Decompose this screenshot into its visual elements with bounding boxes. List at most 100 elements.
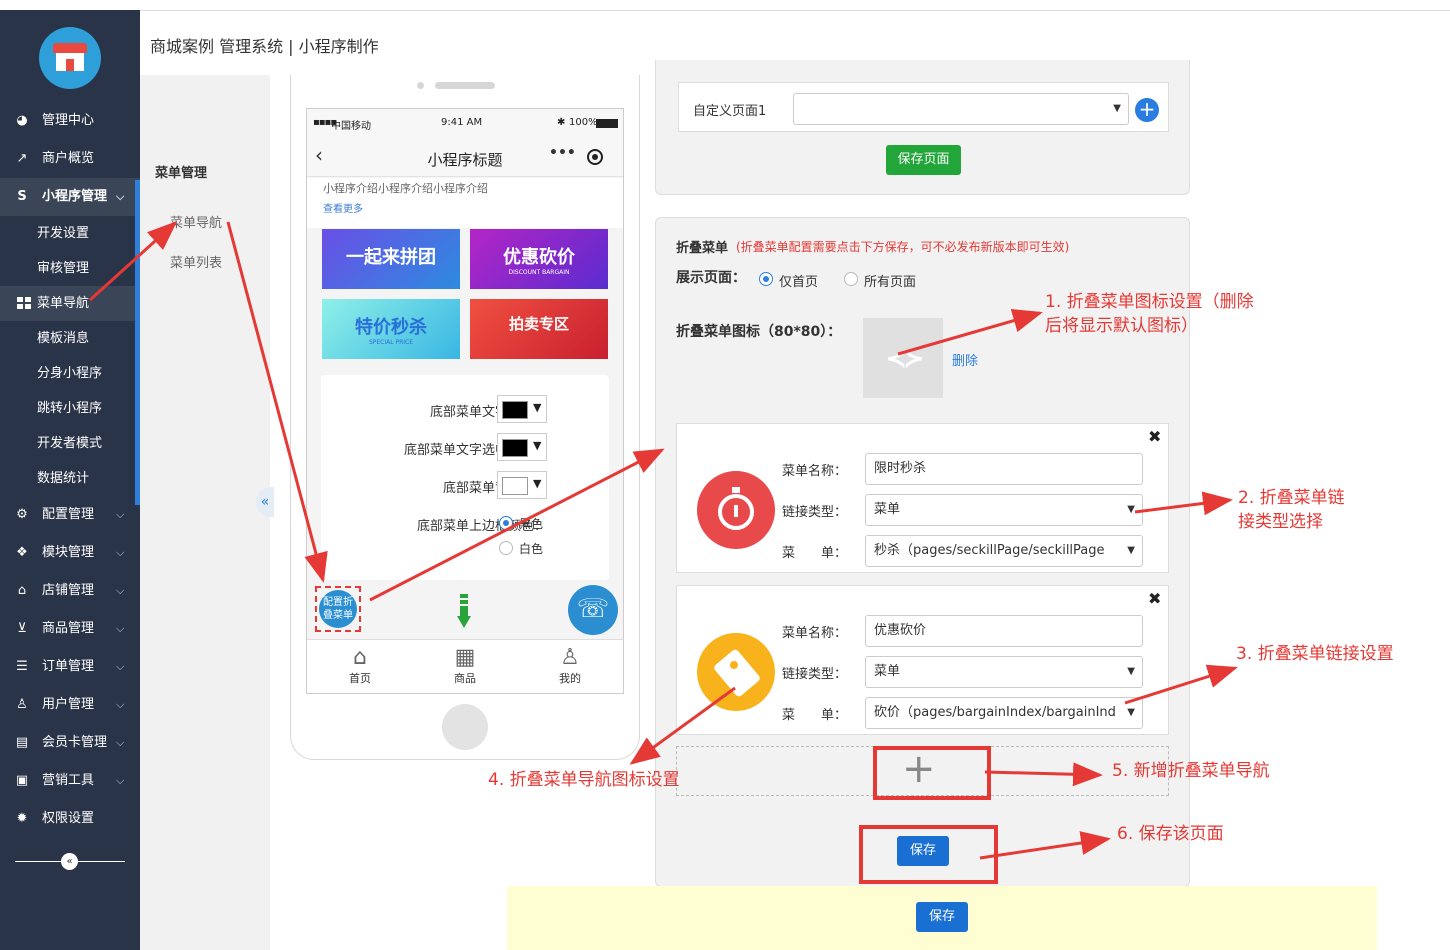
menu-name-label: 菜单名称： <box>782 464 848 479</box>
chevron-down-icon: ⌵ <box>116 698 125 711</box>
sidebar-item-goods[interactable]: ⊻ 商品管理 ⌵ <box>0 610 140 648</box>
fold-menu-title: 折叠菜单 <box>676 241 729 256</box>
fold-menu-item: ✖ 菜单名称： 限时秒杀 链接类型： 菜单 ▼ 菜 单： 秒杀（pages/sec… <box>676 423 1169 573</box>
display-page-label: 展示页面： <box>676 270 746 286</box>
sidebar-item-merchant-overview[interactable]: ↗ 商户概览 <box>0 140 140 178</box>
gears-icon: ⚙ <box>16 507 28 522</box>
sidebar-subitem-menu-nav[interactable]: 菜单导航 <box>0 286 140 321</box>
sidebar-collapse-toggle[interactable]: « <box>61 853 78 870</box>
sidebar-item-member-card[interactable]: ▤ 会员卡管理 ⌵ <box>0 724 140 762</box>
phone-home-button <box>442 704 488 750</box>
close-circle-icon[interactable] <box>587 149 603 165</box>
annotation-2-cont: 接类型选择 <box>1238 512 1323 532</box>
caret-down-icon: ▼ <box>1127 666 1135 677</box>
chevron-down-icon: ⌵ <box>116 774 125 787</box>
home-icon: ⌂ <box>353 645 367 670</box>
border-black-radio[interactable] <box>499 516 513 530</box>
chevron-down-icon: ⌵ <box>116 546 125 559</box>
grid-icon: ▦ <box>454 645 476 670</box>
link-type-select[interactable]: 菜单 ▼ <box>865 656 1143 688</box>
display-home-only-radio[interactable] <box>759 272 773 286</box>
chevron-down-icon: ⌵ <box>116 508 125 521</box>
cog-icon: ✹ <box>16 811 28 826</box>
banner-auction[interactable]: 拍卖专区 <box>470 299 608 359</box>
fold-menu-button[interactable]: 配置折叠菜单 <box>319 590 357 628</box>
display-all-pages-radio[interactable] <box>844 272 858 286</box>
caret-down-icon: ▼ <box>1127 504 1135 515</box>
menu-name-input[interactable]: 限时秒杀 <box>865 453 1143 485</box>
link-type-label: 链接类型： <box>782 505 848 520</box>
banner-group-buy[interactable]: 一起来拼团 <box>322 229 460 289</box>
banner-flash-sale[interactable]: 特价秒杀 SPECIAL PRICE <box>322 299 460 359</box>
remove-item-icon[interactable]: ✖ <box>1148 427 1161 446</box>
custom-page-select[interactable]: ▼ <box>793 93 1129 125</box>
tab-goods[interactable]: ▦ 商品 <box>415 640 515 686</box>
sidebar-item-miniprogram[interactable]: S 小程序管理 ⌵ <box>0 178 140 216</box>
sidebar-subitem-developer[interactable]: 开发者模式 <box>0 426 140 461</box>
sidebar-subitem-stats[interactable]: 数据统计 <box>0 461 140 496</box>
banner-bargain[interactable]: 优惠砍价 DISCOUNT BARGAIN <box>470 229 608 289</box>
battery-icon <box>596 119 618 128</box>
bg-color-picker[interactable]: ▼ <box>497 471 547 499</box>
annotation-1: 1. 折叠菜单图标设置（删除 <box>1045 292 1254 312</box>
sidebar-item-stores[interactable]: ⌂ 店铺管理 ⌵ <box>0 572 140 610</box>
more-link[interactable]: 查看更多 <box>323 200 363 215</box>
subnav-item-menu-list[interactable]: 菜单列表 <box>170 252 222 271</box>
carrier-label: 中国移动 <box>331 121 371 132</box>
bank-icon: ⌂ <box>17 583 27 598</box>
sidebar-subitem-review[interactable]: 审核管理 <box>0 251 140 286</box>
sidebar-item-users[interactable]: ♙ 用户管理 ⌵ <box>0 686 140 724</box>
annotation-1-cont: 后将显示默认图标） <box>1045 316 1198 336</box>
caret-down-icon: ▼ <box>533 401 542 414</box>
sidebar-item-dashboard[interactable]: ◕ 管理中心 <box>0 102 140 140</box>
border-white-label: 白色 <box>519 542 544 556</box>
phone-call-icon[interactable]: ☏ <box>568 585 618 635</box>
selected-color-picker[interactable]: ▼ <box>497 433 547 461</box>
sidebar-item-marketing[interactable]: ▣ 营销工具 ⌵ <box>0 762 140 800</box>
dashboard-icon: ◕ <box>16 113 28 128</box>
user-icon: ♙ <box>560 645 580 670</box>
link-type-select[interactable]: 菜单 ▼ <box>865 494 1143 526</box>
sidebar-item-label: 商户概览 <box>42 151 95 166</box>
caret-down-icon: ▼ <box>533 439 542 452</box>
sidebar-item-config[interactable]: ⚙ 配置管理 ⌵ <box>0 496 140 534</box>
custom-page-row: 自定义页面1 ▼ + <box>678 82 1169 132</box>
sidebar-subitem-dev-settings[interactable]: 开发设置 <box>0 216 140 251</box>
sidebar-item-orders[interactable]: ☰ 订单管理 ⌵ <box>0 648 140 686</box>
caret-down-icon: ▼ <box>533 477 542 490</box>
caret-down-icon: ▼ <box>1127 707 1135 718</box>
fold-menu-item: ✖ 菜单名称： 优惠砍价 链接类型： 菜单 ▼ 菜 单： 砍价（pages/bar… <box>676 585 1169 735</box>
border-white-radio[interactable] <box>499 541 513 555</box>
sidebar-item-modules[interactable]: ❖ 模块管理 ⌵ <box>0 534 140 572</box>
menu-page-select[interactable]: 砍价（pages/bargainIndex/bargainInd ▼ <box>865 697 1143 729</box>
fold-icon-label: 折叠菜单图标（80*80）： <box>676 324 842 340</box>
remove-item-icon[interactable]: ✖ <box>1148 589 1161 608</box>
delete-icon-link[interactable]: 删除 <box>952 350 978 369</box>
text-color-picker[interactable]: ▼ <box>497 395 547 423</box>
sidebar-subitem-jump[interactable]: 跳转小程序 <box>0 391 140 426</box>
page-title: 商城案例 管理系统 | 小程序制作 <box>150 37 379 56</box>
sidebar-item-permissions[interactable]: ✹ 权限设置 <box>0 800 140 838</box>
more-icon[interactable]: ••• <box>549 145 576 161</box>
tab-home[interactable]: ⌂ 首页 <box>310 640 410 686</box>
sidebar-subitem-clone[interactable]: 分身小程序 <box>0 356 140 391</box>
tab-mine[interactable]: ♙ 我的 <box>520 640 620 686</box>
briefcase-icon: ▣ <box>15 773 29 788</box>
list-icon: ☰ <box>16 659 28 674</box>
dollar-icon: S <box>17 189 27 204</box>
intro-text: 小程序介绍小程序介绍小程序介绍 <box>323 182 488 195</box>
cart-icon: ⊻ <box>17 621 27 636</box>
bottom-menu-color-panel: 底部菜单文字颜色： ▼ 底部菜单文字选中颜色： ▼ 底部菜单背景色： ▼ 底部菜… <box>321 375 609 580</box>
save-page-button[interactable]: 保存页面 <box>886 145 961 175</box>
footer-save-button[interactable]: 保存 <box>916 902 968 932</box>
add-page-button[interactable]: + <box>1135 98 1159 122</box>
chevron-down-icon: ⌵ <box>116 660 125 673</box>
price-tag-icon[interactable] <box>697 633 775 711</box>
sidebar-subitem-template-msg[interactable]: 模板消息 <box>0 321 140 356</box>
menu-page-select[interactable]: 秒杀（pages/seckillPage/seckillPage ▼ <box>865 535 1143 567</box>
stopwatch-icon[interactable] <box>697 471 775 549</box>
menu-name-input[interactable]: 优惠砍价 <box>865 615 1143 647</box>
subnav-item-menu-nav[interactable]: 菜单导航 <box>170 212 222 231</box>
chevron-down-icon: ⌵ <box>116 736 125 749</box>
fold-menu-icon-preview[interactable]: ≺≻ <box>863 318 943 398</box>
